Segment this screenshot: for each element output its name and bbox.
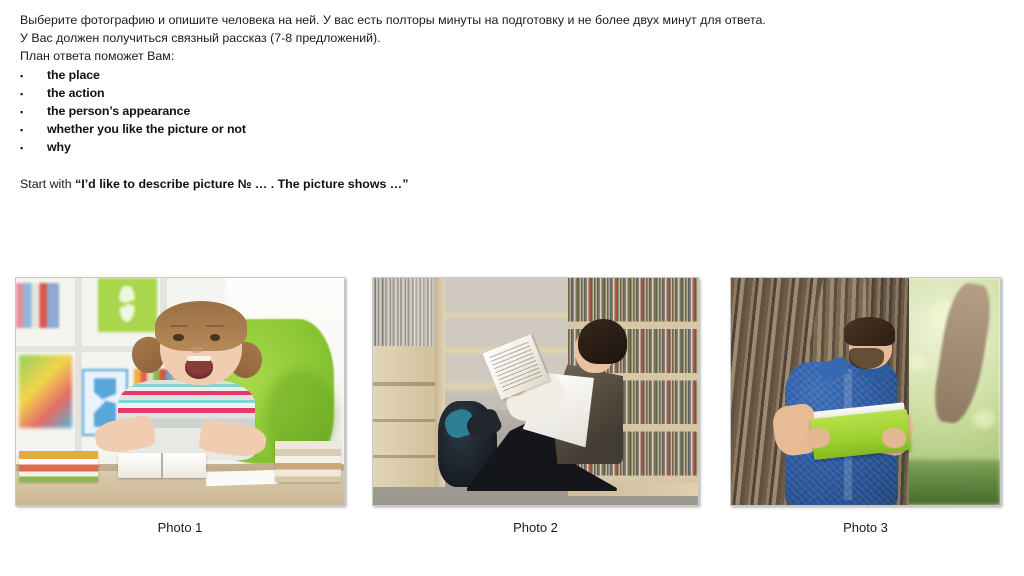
plan-item: ▪ the place xyxy=(20,66,900,84)
start-with-phrase: I’d like to describe picture № … . The p… xyxy=(81,176,403,191)
photo-3-man-beard xyxy=(849,348,885,369)
instruction-line-2: У Вас должен получиться связный рассказ … xyxy=(20,31,381,46)
photo-2-image[interactable] xyxy=(372,277,699,506)
photo-3-caption: Photo 3 xyxy=(843,520,888,535)
photo-1-green-number-box xyxy=(98,278,158,333)
photo-2-cabinet xyxy=(373,346,435,487)
photo-2-cabinet-drawer-line xyxy=(373,418,435,423)
photo-2-canvas xyxy=(373,278,698,505)
photo-1-girl-hair xyxy=(155,300,248,351)
plan-item-label: whether you like the picture or not xyxy=(47,122,246,137)
photo-1-book-stack-right xyxy=(275,441,341,483)
photo-1-paper-sheet xyxy=(206,469,279,486)
photo-3-man-hair xyxy=(843,316,896,347)
photo-3-bokeh-light xyxy=(973,409,995,428)
plan-list: ▪ the place ▪ the action ▪ the person’s … xyxy=(20,66,900,157)
bullet-icon: ▪ xyxy=(20,143,24,154)
photo-1-open-book xyxy=(117,452,207,478)
photo-2-caption: Photo 2 xyxy=(513,520,558,535)
photo-1-nose xyxy=(189,346,203,353)
plan-item: ▪ the action xyxy=(20,84,900,102)
start-with-close-quote: ” xyxy=(402,176,409,191)
photo-1-image[interactable] xyxy=(15,277,345,506)
plan-item-label: the person’s appearance xyxy=(47,103,191,118)
photo-2-left-shelf-books xyxy=(373,278,438,356)
bullet-icon: ▪ xyxy=(20,70,24,81)
photo-1-colorful-toys xyxy=(19,355,72,428)
photo-1-caption: Photo 1 xyxy=(157,520,203,535)
photo-2-cabinet-drawer-line xyxy=(373,455,435,459)
bullet-icon: ▪ xyxy=(20,88,24,99)
bullet-icon: ▪ xyxy=(20,106,24,117)
instruction-line-1: Выберите фотографию и опишите человека н… xyxy=(20,13,766,27)
instructions-block: Выберите фотографию и опишите человека н… xyxy=(20,11,900,193)
photo-3-canvas xyxy=(731,278,1000,505)
photo-3-image[interactable] xyxy=(730,277,1001,506)
instruction-line-3: План ответа поможет Вам: xyxy=(20,49,175,64)
photo-1-canvas xyxy=(16,278,344,505)
photo-1-shelf-books xyxy=(16,282,59,328)
start-with-prefix: Start with xyxy=(20,176,76,191)
plan-item: ▪ the person’s appearance xyxy=(20,102,900,120)
plan-item-label: the place xyxy=(47,67,100,82)
plan-item: ▪ why xyxy=(20,138,900,156)
photo-1-shelf-divider xyxy=(75,278,82,456)
photo-2-cabinet-drawer-line xyxy=(373,382,435,386)
photo-2-boy-hair xyxy=(577,318,627,365)
plan-item-label: the action xyxy=(47,85,105,100)
photo-1-open-mouth xyxy=(184,356,213,379)
plan-item-label: why xyxy=(47,140,71,155)
start-with-sentence: Start with “I’d like to describe picture… xyxy=(20,175,900,193)
plan-item: ▪ whether you like the picture or not xyxy=(20,120,900,138)
photo-1-book-stack-left xyxy=(19,450,98,483)
bullet-icon: ▪ xyxy=(20,125,24,136)
